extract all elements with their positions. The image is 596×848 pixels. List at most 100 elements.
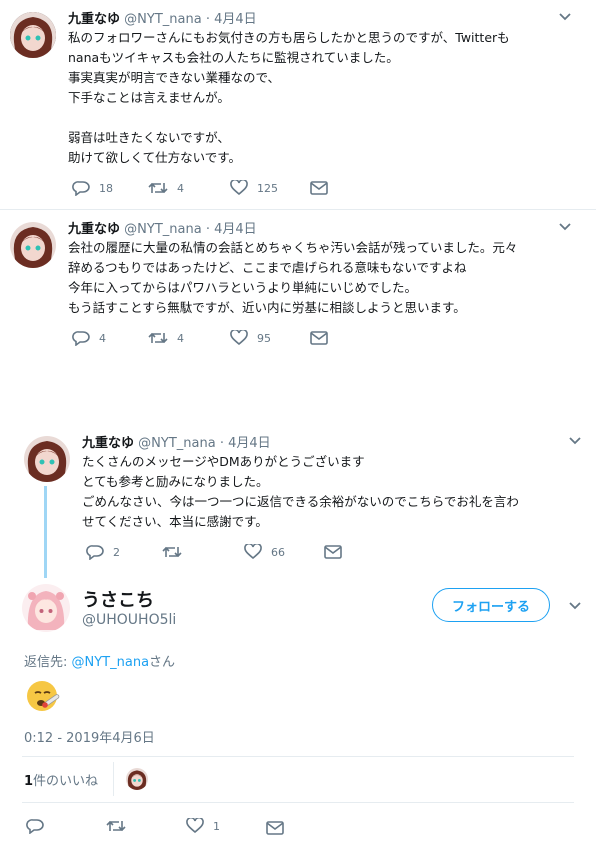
retweet-button[interactable]	[162, 542, 191, 562]
tweet-line: とても参考と励みになりました。	[82, 474, 269, 489]
tweet-text: 私のフォロワーさんにもお気付きの方も居らしたかと思うのですが、Twitterも …	[68, 28, 510, 168]
reply-icon	[72, 181, 90, 196]
reply-avatar[interactable]	[22, 584, 70, 632]
avatar[interactable]	[10, 12, 56, 58]
chevron-down-icon[interactable]	[558, 222, 572, 232]
author-name[interactable]: 九重なゆ	[82, 436, 134, 451]
tweet-line: もう話すことすら無駄ですが、近い内に労基に相談しようと思います。	[68, 300, 466, 315]
author-handle[interactable]: @NYT_nana	[138, 436, 216, 451]
reply-count: 4	[99, 331, 106, 345]
tweet-text: たくさんのメッセージやDMありがとうございます とても参考と励みになりました。 …	[82, 452, 519, 532]
tweet-line: 下手なことは言えませんが。	[68, 90, 230, 105]
tweet-time[interactable]: 4月4日	[228, 436, 271, 451]
thread-line	[44, 486, 47, 578]
tweet-line: 今年に入ってからはパワハラというより単純にいじめでした。	[68, 280, 418, 295]
liker-avatar[interactable]	[126, 768, 148, 790]
retweet-button[interactable]: 4	[148, 178, 184, 198]
replying-to-suffix: さん	[149, 655, 176, 670]
face-with-thermometer-emoji: 🤒	[24, 676, 64, 716]
reply-author-handle[interactable]: @UHOUHO5li	[82, 612, 176, 628]
avatar-image	[22, 584, 70, 632]
avatar-image	[126, 768, 148, 790]
tweet-line	[68, 108, 510, 128]
retweet-button[interactable]	[106, 816, 126, 836]
tweet-line: 辞めるつもりではあったけど、ここまで虐げられる意味もないですよね	[68, 260, 467, 275]
like-count: 1	[213, 819, 220, 833]
heart-icon	[230, 180, 248, 196]
reply-button[interactable]	[26, 816, 44, 836]
separator-dot: ·	[205, 222, 210, 237]
chevron-down-icon[interactable]	[558, 12, 572, 22]
reply-icon	[72, 331, 90, 346]
tweet-line: 弱音は吐きたくないですが、	[68, 130, 230, 145]
author-handle[interactable]: @NYT_nana	[124, 12, 202, 27]
heart-icon	[230, 330, 248, 346]
divider	[113, 762, 114, 796]
chevron-down-icon[interactable]	[568, 601, 582, 611]
mail-icon	[310, 181, 328, 195]
replying-to-link[interactable]: @NYT_nana	[72, 655, 150, 670]
avatar-image	[10, 222, 56, 268]
reply-count: 18	[99, 181, 113, 195]
tweet-line: 助けて欲しくて仕方ないです。	[68, 150, 242, 165]
tweet-line: たくさんのメッセージやDMありがとうございます	[82, 454, 365, 469]
likes-summary[interactable]: 1件のいいね	[24, 770, 98, 789]
author-name[interactable]: 九重なゆ	[68, 12, 120, 27]
mail-icon	[266, 821, 284, 835]
likes-label: 件のいいね	[33, 774, 99, 789]
avatar[interactable]	[24, 436, 70, 482]
separator-dot: ·	[205, 12, 210, 27]
replying-to: 返信先: @NYT_nanaさん	[24, 651, 175, 670]
direct-message-button[interactable]	[310, 328, 328, 348]
reply-button[interactable]: 2	[86, 542, 120, 562]
mail-icon	[324, 545, 342, 559]
reply-icon	[26, 819, 44, 834]
tweet-line: nanaもツイキャスも会社の人たちに監視されていました。	[68, 50, 399, 65]
tweet-header: 九重なゆ @NYT_nana · 4月4日	[68, 8, 257, 27]
tweet-time[interactable]: 4月4日	[214, 222, 257, 237]
like-button[interactable]: 125	[230, 178, 278, 198]
like-button[interactable]: 66	[244, 542, 285, 562]
avatar-image	[24, 436, 70, 482]
replying-to-prefix: 返信先:	[24, 655, 72, 670]
follow-button[interactable]: フォローする	[432, 588, 550, 622]
retweet-icon	[106, 820, 126, 832]
chevron-down-icon[interactable]	[568, 436, 582, 446]
tweet-line: ごめんなさい、今は一つ一つに返信できる余裕がないのでこちらでお礼を言わ	[82, 494, 519, 509]
like-count: 125	[257, 181, 278, 195]
like-button[interactable]: 95	[230, 328, 271, 348]
tweet-line: 事実真実が明言できない業種なので、	[68, 70, 281, 85]
avatar-image	[10, 12, 56, 58]
direct-message-button[interactable]	[324, 542, 342, 562]
direct-message-button[interactable]	[310, 178, 328, 198]
emoji-image	[27, 681, 60, 711]
reply-button[interactable]: 18	[72, 178, 113, 198]
avatar[interactable]	[10, 222, 56, 268]
retweet-button[interactable]: 4	[148, 328, 184, 348]
tweet-line: せてください、本当に感謝です。	[82, 514, 268, 529]
retweet-count: 4	[177, 181, 184, 195]
retweet-count: 4	[177, 331, 184, 345]
direct-message-button[interactable]	[266, 818, 284, 838]
like-count: 66	[271, 545, 285, 559]
mail-icon	[310, 331, 328, 345]
retweet-icon	[148, 182, 168, 194]
like-button[interactable]: 1	[186, 816, 220, 836]
retweet-icon	[148, 332, 168, 344]
author-handle[interactable]: @NYT_nana	[124, 222, 202, 237]
tweet-time[interactable]: 4月4日	[214, 12, 257, 27]
tweet-line: 会社の履歴に大量の私情の会話とめちゃくちゃ汚い会話が残っていました。元々	[68, 240, 518, 255]
divider	[22, 756, 574, 757]
tweet-line: 私のフォロワーさんにもお気付きの方も居らしたかと思うのですが、Twitterも	[68, 30, 510, 45]
likes-count: 1	[24, 774, 34, 789]
divider	[0, 209, 596, 210]
divider	[22, 802, 574, 803]
author-name[interactable]: 九重なゆ	[68, 222, 120, 237]
separator-dot: ·	[219, 436, 224, 451]
reply-author-name[interactable]: うさこち	[82, 586, 154, 612]
tweet-timestamp[interactable]: 0:12 - 2019年4月6日	[24, 727, 155, 746]
reply-button[interactable]: 4	[72, 328, 106, 348]
tweet-header: 九重なゆ @NYT_nana · 4月4日	[68, 218, 257, 237]
heart-icon	[244, 544, 262, 560]
tweet-text: 会社の履歴に大量の私情の会話とめちゃくちゃ汚い会話が残っていました。元々 辞める…	[68, 238, 517, 318]
